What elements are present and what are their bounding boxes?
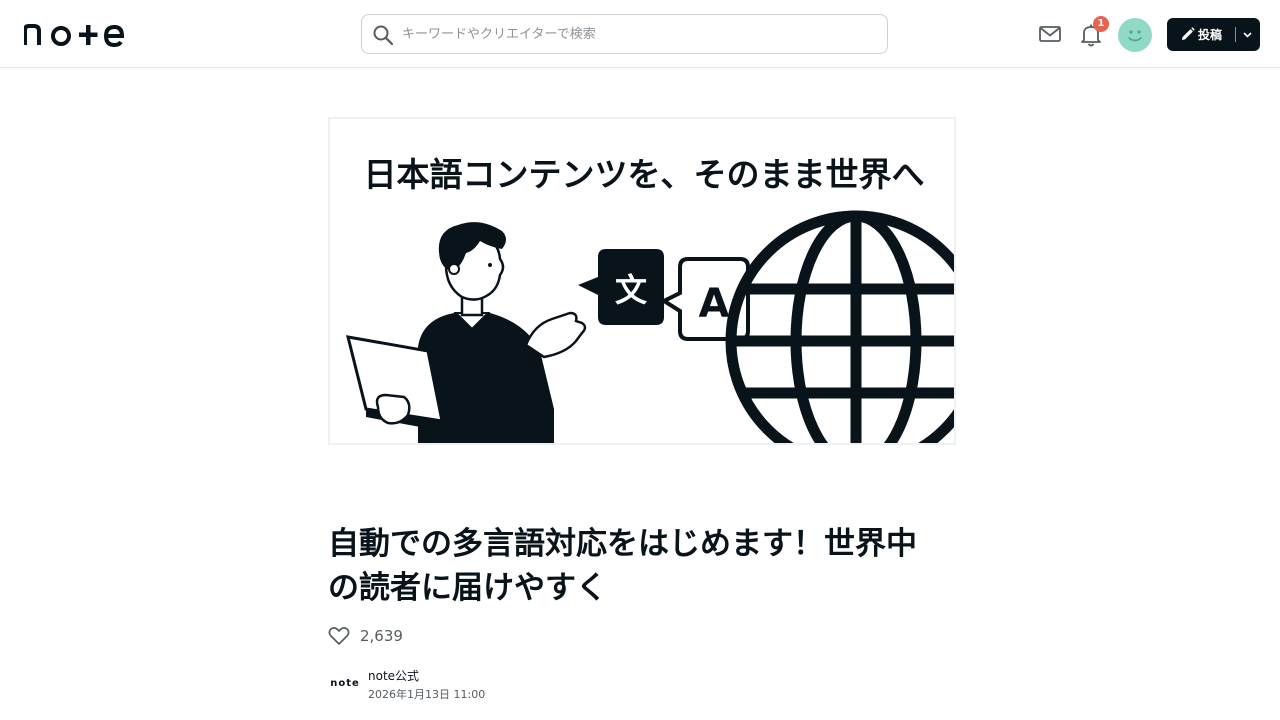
- person-illustration: [345, 222, 587, 443]
- mail-icon[interactable]: [1038, 23, 1062, 45]
- post-main-button[interactable]: 投稿: [1167, 18, 1235, 51]
- post-button-label: 投稿: [1198, 28, 1223, 42]
- bubble-latin: A: [699, 281, 730, 327]
- hero-heading: 日本語コンテンツを、そのまま世界へ: [364, 155, 925, 194]
- search-input[interactable]: [402, 19, 872, 49]
- user-avatar[interactable]: [1118, 18, 1152, 52]
- site-header: 1 投稿: [0, 0, 1280, 68]
- article-title[interactable]: 自動での多言語対応をはじめます！世界中 の読者に届けやすく: [328, 522, 968, 610]
- translate-bubbles: 文 A: [578, 249, 750, 341]
- search-icon: [373, 25, 394, 46]
- author-name[interactable]: note公式: [368, 667, 419, 684]
- heart-icon[interactable]: [328, 626, 350, 646]
- pencil-icon: [1182, 27, 1195, 40]
- bubble-kanji: 文: [615, 271, 647, 309]
- notification-badge: 1: [1093, 16, 1109, 32]
- search-box[interactable]: [361, 14, 888, 54]
- chevron-down-icon: [1243, 32, 1252, 38]
- post-menu-toggle[interactable]: [1236, 18, 1260, 51]
- smiley-icon: [1128, 30, 1142, 42]
- author-avatar[interactable]: note: [328, 672, 362, 692]
- publish-date: 2026年1月13日 11:00: [368, 688, 486, 701]
- like-count: 2,639: [360, 627, 403, 645]
- article-title-line-1: 自動での多言語対応をはじめます！世界中: [328, 526, 917, 562]
- globe-illustration: [725, 210, 954, 443]
- author-logo-text: note: [330, 678, 360, 689]
- note-logo[interactable]: [23, 21, 125, 48]
- article-title-line-2: の読者に届けやすく: [328, 570, 607, 606]
- post-button[interactable]: 投稿: [1167, 18, 1260, 51]
- eyecatch-image: 日本語コンテンツを、そのまま世界へ 文 A: [328, 117, 956, 445]
